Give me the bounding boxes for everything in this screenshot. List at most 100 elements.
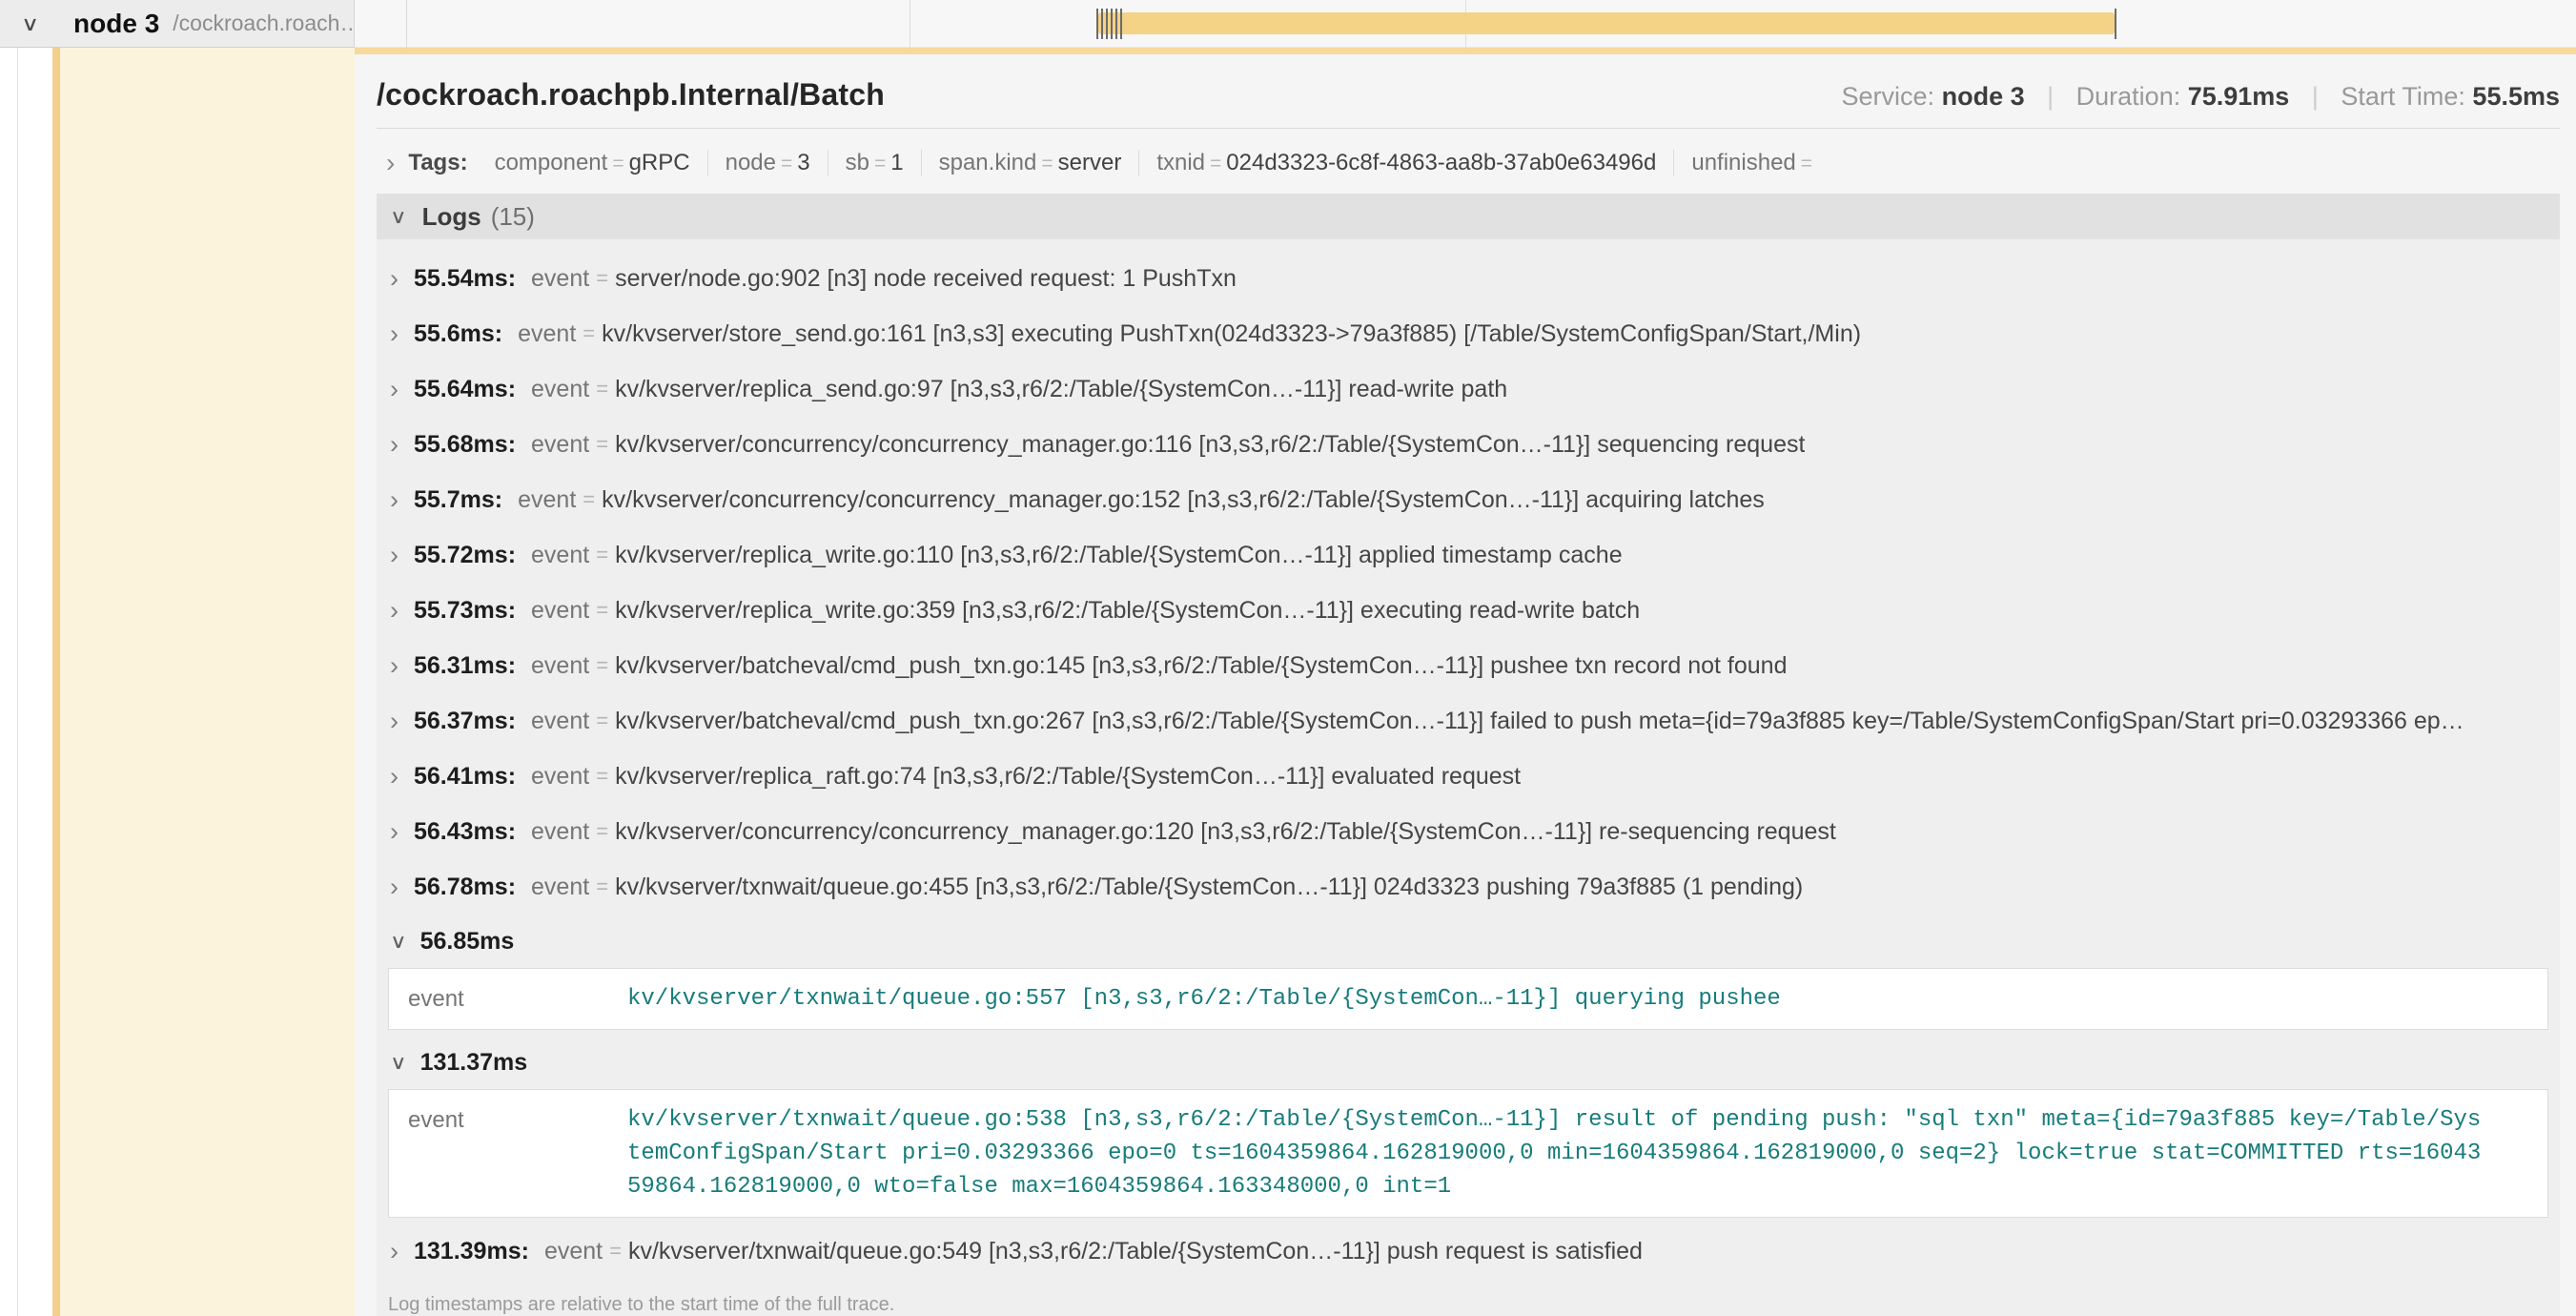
logs-title: Logs xyxy=(422,202,481,232)
log-row-collapsed[interactable]: › 56.78ms: event = kv/kvserver/txnwait/q… xyxy=(377,859,2560,915)
duration-value: 75.91ms xyxy=(2188,82,2290,111)
tag-item[interactable]: txnid=024d3323-6c8f-4863-aa8b-37ab0e6349… xyxy=(1139,150,1674,176)
chevron-down-icon[interactable]: ∨ xyxy=(21,13,39,33)
log-timestamp: 55.54ms: xyxy=(414,265,516,293)
log-field-key: event xyxy=(408,1103,627,1203)
duration-label: Duration: xyxy=(2076,82,2181,111)
chevron-right-icon[interactable]: › xyxy=(390,266,399,292)
equals-sign: = xyxy=(596,819,608,844)
chevron-right-icon[interactable]: › xyxy=(390,432,399,458)
service-label: Service: xyxy=(1842,82,1935,111)
log-field-key: event xyxy=(531,708,589,735)
log-row-collapsed[interactable]: › 55.7ms: event = kv/kvserver/concurrenc… xyxy=(377,472,2560,527)
equals-sign: = xyxy=(583,321,595,346)
span-name-column[interactable]: ∨ node 3 /cockroach.roach… xyxy=(0,0,355,48)
chevron-right-icon[interactable]: › xyxy=(390,487,399,513)
log-field-key: event xyxy=(531,431,589,459)
log-row-collapsed[interactable]: › 56.31ms: event = kv/kvserver/batcheval… xyxy=(377,638,2560,693)
span-service-name[interactable]: node 3 xyxy=(73,9,159,39)
tag-item[interactable]: component=gRPC xyxy=(478,150,708,176)
equals-sign: = xyxy=(583,487,595,512)
tag-key: sb xyxy=(846,150,869,175)
equals-sign: = xyxy=(776,153,797,175)
log-row-collapsed[interactable]: › 55.54ms: event = server/node.go:902 [n… xyxy=(377,251,2560,306)
log-row-collapsed[interactable]: › 131.39ms: event = kv/kvserver/txnwait/… xyxy=(377,1223,2560,1279)
equals-sign: = xyxy=(607,153,628,175)
log-field-value[interactable]: kv/kvserver/txnwait/queue.go:557 [n3,s3,… xyxy=(627,982,2481,1016)
log-row-collapsed[interactable]: › 56.37ms: event = kv/kvserver/batcheval… xyxy=(377,693,2560,749)
chevron-right-icon[interactable]: › xyxy=(390,653,399,679)
log-row-collapsed[interactable]: › 56.41ms: event = kv/kvserver/replica_r… xyxy=(377,749,2560,804)
log-expanded-header[interactable]: ∨ 56.85ms xyxy=(377,915,2560,968)
log-row-collapsed[interactable]: › 55.72ms: event = kv/kvserver/replica_w… xyxy=(377,527,2560,583)
log-marker-tick[interactable] xyxy=(1101,9,1103,39)
chevron-right-icon[interactable]: › xyxy=(390,874,399,900)
chevron-right-icon[interactable]: › xyxy=(390,1239,399,1265)
column-splitter-line[interactable] xyxy=(406,0,407,48)
chevron-down-icon[interactable]: ∨ xyxy=(390,205,407,229)
log-row-expanded: ∨ 56.85ms event kv/kvserver/txnwait/queu… xyxy=(377,915,2560,1030)
equals-sign: = xyxy=(1796,153,1817,175)
chevron-right-icon[interactable]: › xyxy=(390,543,399,568)
span-detail-panel: /cockroach.roachpb.Internal/Batch Servic… xyxy=(355,48,2576,1316)
chevron-right-icon[interactable]: › xyxy=(390,819,399,845)
log-expanded-header[interactable]: ∨ 131.37ms xyxy=(377,1036,2560,1089)
tag-item[interactable]: span.kind=server xyxy=(922,150,1140,176)
equals-sign: = xyxy=(596,377,608,401)
equals-sign: = xyxy=(596,764,608,789)
logs-accordion-header[interactable]: ∨ Logs (15) xyxy=(377,194,2560,239)
log-keyvalue-card: event kv/kvserver/txnwait/queue.go:557 [… xyxy=(388,968,2548,1030)
log-field-key: event xyxy=(544,1238,603,1265)
log-timestamp: 56.41ms: xyxy=(414,763,516,791)
log-field-key: event xyxy=(531,542,589,569)
chevron-right-icon[interactable]: › xyxy=(390,764,399,790)
equals-sign: = xyxy=(596,874,608,899)
chevron-right-icon[interactable]: › xyxy=(390,377,399,402)
log-row-collapsed[interactable]: › 55.68ms: event = kv/kvserver/concurren… xyxy=(377,417,2560,472)
log-marker-tick[interactable] xyxy=(1096,9,1098,39)
equals-sign: = xyxy=(609,1239,622,1264)
tag-key: span.kind xyxy=(939,150,1037,175)
equals-sign: = xyxy=(596,709,608,733)
log-field-value: kv/kvserver/txnwait/queue.go:549 [n3,s3,… xyxy=(628,1238,1643,1265)
chevron-right-icon[interactable]: › xyxy=(386,150,395,176)
log-row-expanded: ∨ 131.37ms event kv/kvserver/txnwait/que… xyxy=(377,1036,2560,1218)
log-marker-tick[interactable] xyxy=(1111,9,1113,39)
log-marker-tick[interactable] xyxy=(1106,9,1108,39)
tag-key: component xyxy=(495,150,608,175)
start-time-label: Start Time: xyxy=(2341,82,2465,111)
log-field-key: event xyxy=(531,763,589,791)
log-field-value[interactable]: kv/kvserver/txnwait/queue.go:538 [n3,s3,… xyxy=(627,1103,2481,1203)
log-timestamp: 56.78ms: xyxy=(414,874,516,901)
chevron-right-icon[interactable]: › xyxy=(390,709,399,734)
timeline-ruler: 75.91ms xyxy=(355,0,2576,48)
log-field-key: event xyxy=(531,265,589,293)
log-row-collapsed[interactable]: › 55.64ms: event = kv/kvserver/replica_s… xyxy=(377,361,2560,417)
span-duration-bar[interactable] xyxy=(1098,12,2115,34)
log-row-collapsed[interactable]: › 56.43ms: event = kv/kvserver/concurren… xyxy=(377,804,2560,859)
log-marker-tick[interactable] xyxy=(2115,9,2116,39)
span-operation-name[interactable]: /cockroach.roach… xyxy=(173,10,361,36)
service-value: node 3 xyxy=(1942,82,2025,111)
tag-key: txnid xyxy=(1156,150,1205,175)
equals-sign: = xyxy=(596,598,608,623)
tags-accordion[interactable]: › Tags: component=gRPC node=3 sb=1 span.… xyxy=(377,142,2560,184)
chevron-down-icon[interactable]: ∨ xyxy=(390,1051,407,1075)
log-timestamp: 56.37ms: xyxy=(414,708,516,735)
tag-item[interactable]: sb=1 xyxy=(828,150,922,176)
tag-value: server xyxy=(1058,150,1122,175)
log-field-value: kv/kvserver/concurrency/concurrency_mana… xyxy=(602,486,1765,514)
log-row-collapsed[interactable]: › 55.6ms: event = kv/kvserver/store_send… xyxy=(377,306,2560,361)
chevron-right-icon[interactable]: › xyxy=(390,321,399,347)
tag-item[interactable]: node=3 xyxy=(708,150,828,176)
chevron-right-icon[interactable]: › xyxy=(390,598,399,624)
log-row-collapsed[interactable]: › 55.73ms: event = kv/kvserver/replica_w… xyxy=(377,583,2560,638)
tag-item[interactable]: unfinished= xyxy=(1674,150,1834,176)
log-marker-tick[interactable] xyxy=(1120,9,1122,39)
log-field-value: kv/kvserver/replica_raft.go:74 [n3,s3,r6… xyxy=(615,763,1521,791)
log-marker-tick[interactable] xyxy=(1115,9,1117,39)
log-timestamp: 55.64ms: xyxy=(414,376,516,403)
log-timestamp: 56.31ms: xyxy=(414,652,516,680)
equals-sign: = xyxy=(1205,153,1226,175)
chevron-down-icon[interactable]: ∨ xyxy=(390,930,407,954)
